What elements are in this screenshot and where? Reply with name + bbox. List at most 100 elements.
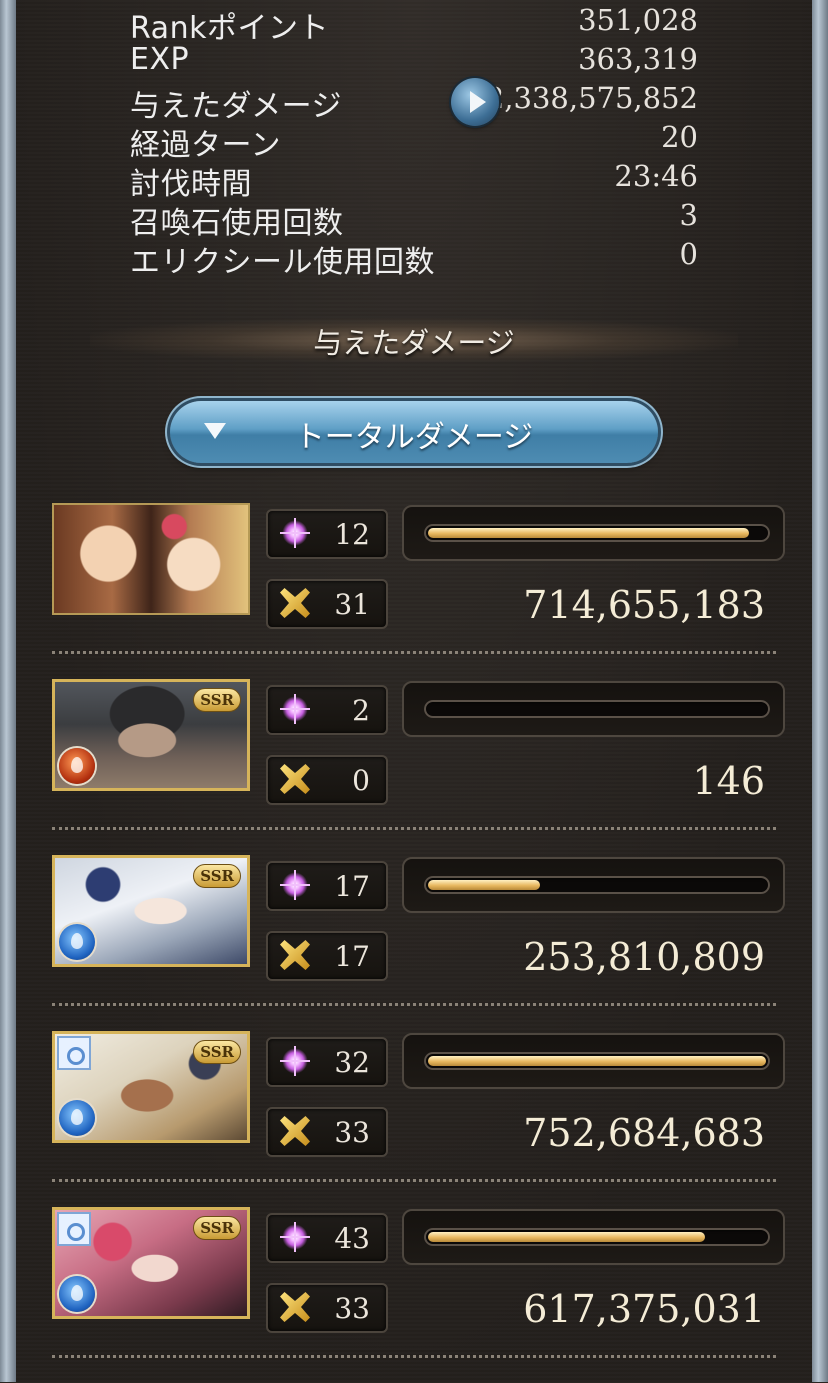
skill-star-icon xyxy=(280,870,310,900)
stat-value: 20 xyxy=(661,120,698,154)
skill-star-icon xyxy=(280,1046,310,1076)
water-element-icon xyxy=(59,1276,95,1312)
skill-count-box: 2 xyxy=(266,685,388,735)
skill-count-box: 12 xyxy=(266,509,388,559)
row-divider xyxy=(52,1355,776,1358)
damage-bar-fill xyxy=(428,1056,766,1066)
stat-total-damage: 与えたダメージ 2,338,575,852 xyxy=(130,81,698,124)
character-portrait[interactable]: SSR xyxy=(52,1207,250,1319)
stat-summon-uses: 召喚石使用回数 3 xyxy=(130,198,698,241)
character-portrait[interactable]: SSR xyxy=(52,855,250,967)
ca-count: 33 xyxy=(334,1292,370,1325)
damage-bar-track xyxy=(424,876,770,894)
stat-turns: 経過ターン 20 xyxy=(130,120,698,163)
skill-count: 32 xyxy=(334,1046,370,1079)
charge-attack-icon xyxy=(280,1292,310,1322)
damage-bar-fill xyxy=(428,1232,705,1242)
damage-value: 617,375,031 xyxy=(523,1287,765,1331)
ring-icon xyxy=(57,1036,91,1070)
damage-value: 714,655,183 xyxy=(523,583,765,627)
skill-count-box: 32 xyxy=(266,1037,388,1087)
stat-value: 2,338,575,852 xyxy=(485,81,698,115)
water-element-icon xyxy=(59,924,95,960)
skill-count: 43 xyxy=(334,1222,370,1255)
skill-count: 12 xyxy=(334,518,370,551)
ca-count-box: 17 xyxy=(266,931,388,981)
ca-count: 33 xyxy=(334,1116,370,1149)
character-portrait[interactable]: SSR xyxy=(52,679,250,791)
skill-count: 17 xyxy=(334,870,370,903)
stat-label: EXP xyxy=(130,42,190,77)
row-divider xyxy=(52,651,776,654)
water-element-icon xyxy=(59,1100,95,1136)
damage-bar xyxy=(402,1033,785,1089)
character-row: SSR 32 33 752,684,683 xyxy=(0,1031,828,1207)
character-row: SSR 2 0 146 xyxy=(0,679,828,855)
character-row: SSR 43 33 617,375,031 xyxy=(0,1207,828,1383)
stat-value: 351,028 xyxy=(578,3,698,37)
row-divider xyxy=(52,1179,776,1182)
stat-label: 与えたダメージ xyxy=(130,89,342,124)
damage-value: 146 xyxy=(692,759,765,803)
damage-bar xyxy=(402,857,785,913)
damage-bar-fill xyxy=(428,880,540,890)
skill-count-box: 43 xyxy=(266,1213,388,1263)
damage-value: 752,684,683 xyxy=(523,1111,765,1155)
charge-attack-icon xyxy=(280,764,310,794)
rarity-badge: SSR xyxy=(193,688,241,712)
character-row: SSR 17 17 253,810,809 xyxy=(0,855,828,1031)
rarity-badge: SSR xyxy=(193,864,241,888)
stat-exp: EXP 363,319 xyxy=(130,42,698,80)
skill-star-icon xyxy=(280,694,310,724)
fire-element-icon xyxy=(59,748,95,784)
damage-bar xyxy=(402,1209,785,1265)
damage-bar-track xyxy=(424,1052,770,1070)
damage-bar xyxy=(402,681,785,737)
damage-value: 253,810,809 xyxy=(523,935,765,979)
ca-count: 17 xyxy=(334,940,370,973)
stat-label: 召喚石使用回数 xyxy=(130,206,344,241)
damage-bar-track xyxy=(424,524,770,542)
ring-icon xyxy=(57,1212,91,1246)
damage-bar-fill xyxy=(428,528,749,538)
character-row: 12 31 714,655,183 xyxy=(0,503,828,679)
stat-label: Rankポイント xyxy=(130,11,329,46)
dropdown-label: トータルダメージ xyxy=(294,420,534,455)
character-portrait[interactable] xyxy=(52,503,250,615)
stat-time: 討伐時間 23:46 xyxy=(130,159,698,202)
stat-rank-points: Rankポイント 351,028 xyxy=(130,3,698,46)
row-divider xyxy=(52,1003,776,1006)
charge-attack-icon xyxy=(280,940,310,970)
stat-value: 3 xyxy=(679,198,698,232)
damage-detail-play-button[interactable] xyxy=(451,78,499,126)
charge-attack-icon xyxy=(280,1116,310,1146)
character-portrait[interactable]: SSR xyxy=(52,1031,250,1143)
ca-count-box: 33 xyxy=(266,1107,388,1157)
stat-label: 経過ターン xyxy=(130,128,281,163)
skill-star-icon xyxy=(280,518,310,548)
damage-bar-track xyxy=(424,700,770,718)
damage-bar xyxy=(402,505,785,561)
rarity-badge: SSR xyxy=(193,1040,241,1064)
ca-count: 31 xyxy=(334,588,370,621)
stat-value: 363,319 xyxy=(578,42,698,76)
rarity-badge: SSR xyxy=(193,1216,241,1240)
ca-count-box: 0 xyxy=(266,755,388,805)
stat-value: 23:46 xyxy=(614,159,698,193)
stat-label: エリクシール使用回数 xyxy=(130,245,435,280)
skill-count-box: 17 xyxy=(266,861,388,911)
section-title: 与えたダメージ xyxy=(313,326,515,360)
charge-attack-icon xyxy=(280,588,310,618)
row-divider xyxy=(52,827,776,830)
skill-count: 2 xyxy=(352,694,370,727)
stat-value: 0 xyxy=(679,237,698,271)
ca-count: 0 xyxy=(352,764,370,797)
damage-bar-track xyxy=(424,1228,770,1246)
ca-count-box: 33 xyxy=(266,1283,388,1333)
stat-elixir-uses: エリクシール使用回数 0 xyxy=(130,237,698,280)
character-faces xyxy=(54,505,248,613)
skill-star-icon xyxy=(280,1222,310,1252)
ca-count-box: 31 xyxy=(266,579,388,629)
damage-type-dropdown[interactable]: トータルダメージ xyxy=(170,401,658,463)
stat-label: 討伐時間 xyxy=(130,167,252,202)
